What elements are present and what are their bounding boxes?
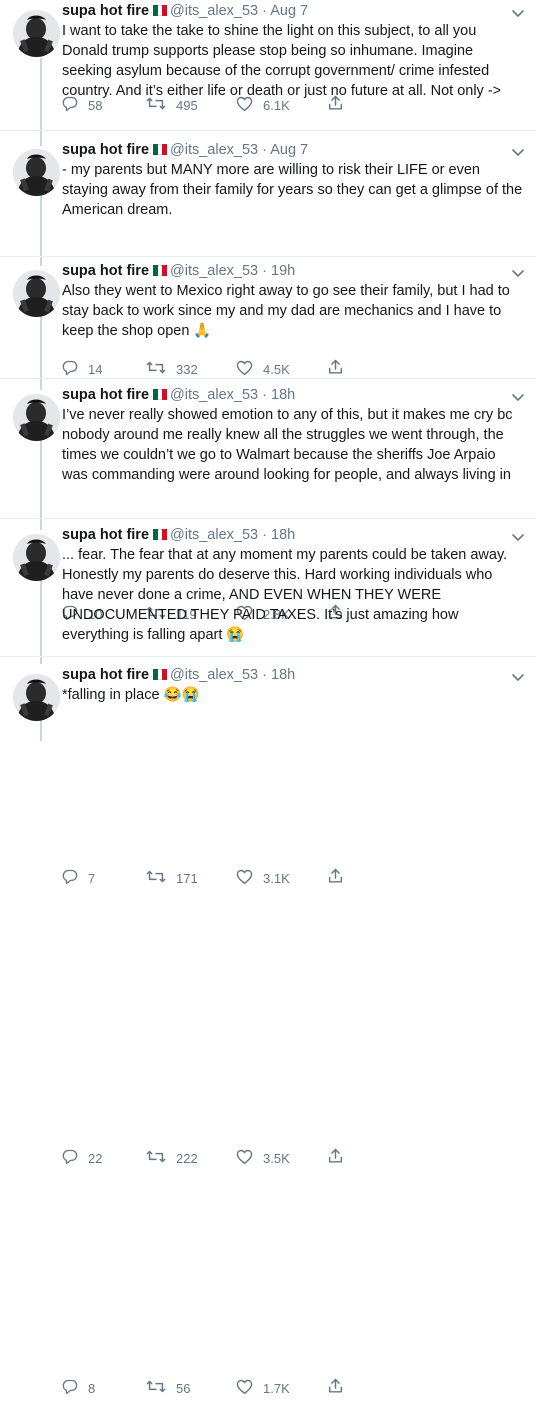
- avatar[interactable]: [13, 10, 60, 57]
- display-name[interactable]: supa hot fire: [62, 142, 149, 158]
- chevron-down-icon[interactable]: [512, 265, 524, 278]
- retweet-icon: [146, 96, 176, 117]
- chevron-down-icon[interactable]: [512, 669, 524, 682]
- tweet[interactable]: supa hot fire @its_alex_53 · 18h *falling …: [0, 664, 536, 1401]
- tweet-header: supa hot fire @its_alex_53 · 18h: [62, 665, 506, 685]
- avatar[interactable]: [13, 270, 60, 317]
- user-handle[interactable]: @its_alex_53: [170, 527, 258, 543]
- separator: ·: [262, 142, 267, 158]
- tweet-actions: 8 56 1.7K: [62, 1378, 362, 1400]
- user-handle[interactable]: @its_alex_53: [170, 263, 258, 279]
- mexico-flag-icon: [153, 265, 167, 276]
- display-name[interactable]: supa hot fire: [62, 667, 149, 683]
- retweet-count: 495: [176, 98, 198, 113]
- like-count: 1.7K: [263, 1381, 290, 1396]
- tweet-text: *falling in place 😂😭: [62, 687, 200, 703]
- tweet-header: supa hot fire @its_alex_53 · Aug 7: [62, 140, 506, 160]
- heart-icon: [236, 96, 263, 117]
- tweet[interactable]: supa hot fire @its_alex_53 · Aug 7 I want …: [0, 0, 536, 118]
- chevron-down-icon[interactable]: [512, 389, 524, 402]
- separator: ·: [262, 527, 267, 543]
- timestamp[interactable]: 18h: [271, 387, 295, 403]
- user-handle[interactable]: @its_alex_53: [170, 3, 258, 19]
- separator: ·: [262, 387, 267, 403]
- chevron-down-icon[interactable]: [512, 144, 524, 157]
- separator: ·: [262, 667, 267, 683]
- separator: ·: [262, 263, 267, 279]
- tweet-divider: [0, 130, 536, 131]
- tweet-text: - my parents but MANY more are willing t…: [62, 162, 523, 218]
- tweet-actions: 58 495 6.1K: [62, 95, 362, 117]
- user-handle[interactable]: @its_alex_53: [170, 142, 258, 158]
- timestamp[interactable]: 18h: [271, 667, 295, 683]
- tweet-text: I’ve never really showed emotion to any …: [62, 407, 513, 483]
- separator: ·: [262, 3, 267, 19]
- retweet-button[interactable]: 495: [146, 96, 198, 116]
- timestamp[interactable]: 18h: [271, 527, 295, 543]
- tweet-header: supa hot fire @its_alex_53 · 18h: [62, 525, 506, 545]
- chevron-down-icon[interactable]: [512, 5, 524, 18]
- avatar[interactable]: [13, 674, 60, 721]
- mexico-flag-icon: [153, 529, 167, 540]
- retweet-count: 56: [176, 1381, 191, 1396]
- reply-count: 8: [88, 1381, 96, 1396]
- display-name[interactable]: supa hot fire: [62, 3, 149, 19]
- tweet-header: supa hot fire @its_alex_53 · 18h: [62, 385, 506, 405]
- tweet-text: I want to take the take to shine the lig…: [62, 23, 502, 99]
- like-button[interactable]: 6.1K: [236, 96, 290, 116]
- display-name[interactable]: supa hot fire: [62, 387, 149, 403]
- user-handle[interactable]: @its_alex_53: [170, 667, 258, 683]
- retweet-button[interactable]: 56: [146, 1379, 190, 1399]
- reply-button[interactable]: 8: [62, 1379, 95, 1399]
- share-button[interactable]: [328, 95, 353, 117]
- heart-icon: [236, 1379, 263, 1400]
- timestamp[interactable]: Aug 7: [270, 3, 308, 19]
- share-icon: [328, 95, 353, 117]
- share-icon: [328, 1378, 353, 1400]
- avatar[interactable]: [13, 534, 60, 581]
- chevron-down-icon[interactable]: [512, 529, 524, 542]
- mexico-flag-icon: [153, 5, 167, 16]
- mexico-flag-icon: [153, 389, 167, 400]
- like-button[interactable]: 1.7K: [236, 1379, 290, 1399]
- reply-icon: [62, 1379, 88, 1400]
- avatar[interactable]: [13, 394, 60, 441]
- retweet-icon: [146, 1379, 176, 1400]
- tweet-text: ... fear. The fear that at any moment my…: [62, 547, 508, 643]
- tweet-text: Also they went to Mexico right away to g…: [62, 283, 510, 339]
- tweet-header: supa hot fire @its_alex_53 · 19h: [62, 261, 506, 281]
- reply-count: 58: [88, 98, 103, 113]
- display-name[interactable]: supa hot fire: [62, 527, 149, 543]
- avatar[interactable]: [13, 149, 60, 196]
- mexico-flag-icon: [153, 669, 167, 680]
- display-name[interactable]: supa hot fire: [62, 263, 149, 279]
- tweet-header: supa hot fire @its_alex_53 · Aug 7: [62, 1, 506, 21]
- reply-icon: [62, 96, 88, 117]
- share-button[interactable]: [328, 1378, 353, 1400]
- reply-button[interactable]: 58: [62, 96, 102, 116]
- like-count: 6.1K: [263, 98, 290, 113]
- timestamp[interactable]: Aug 7: [270, 142, 308, 158]
- mexico-flag-icon: [153, 144, 167, 155]
- user-handle[interactable]: @its_alex_53: [170, 387, 258, 403]
- timestamp[interactable]: 19h: [271, 263, 295, 279]
